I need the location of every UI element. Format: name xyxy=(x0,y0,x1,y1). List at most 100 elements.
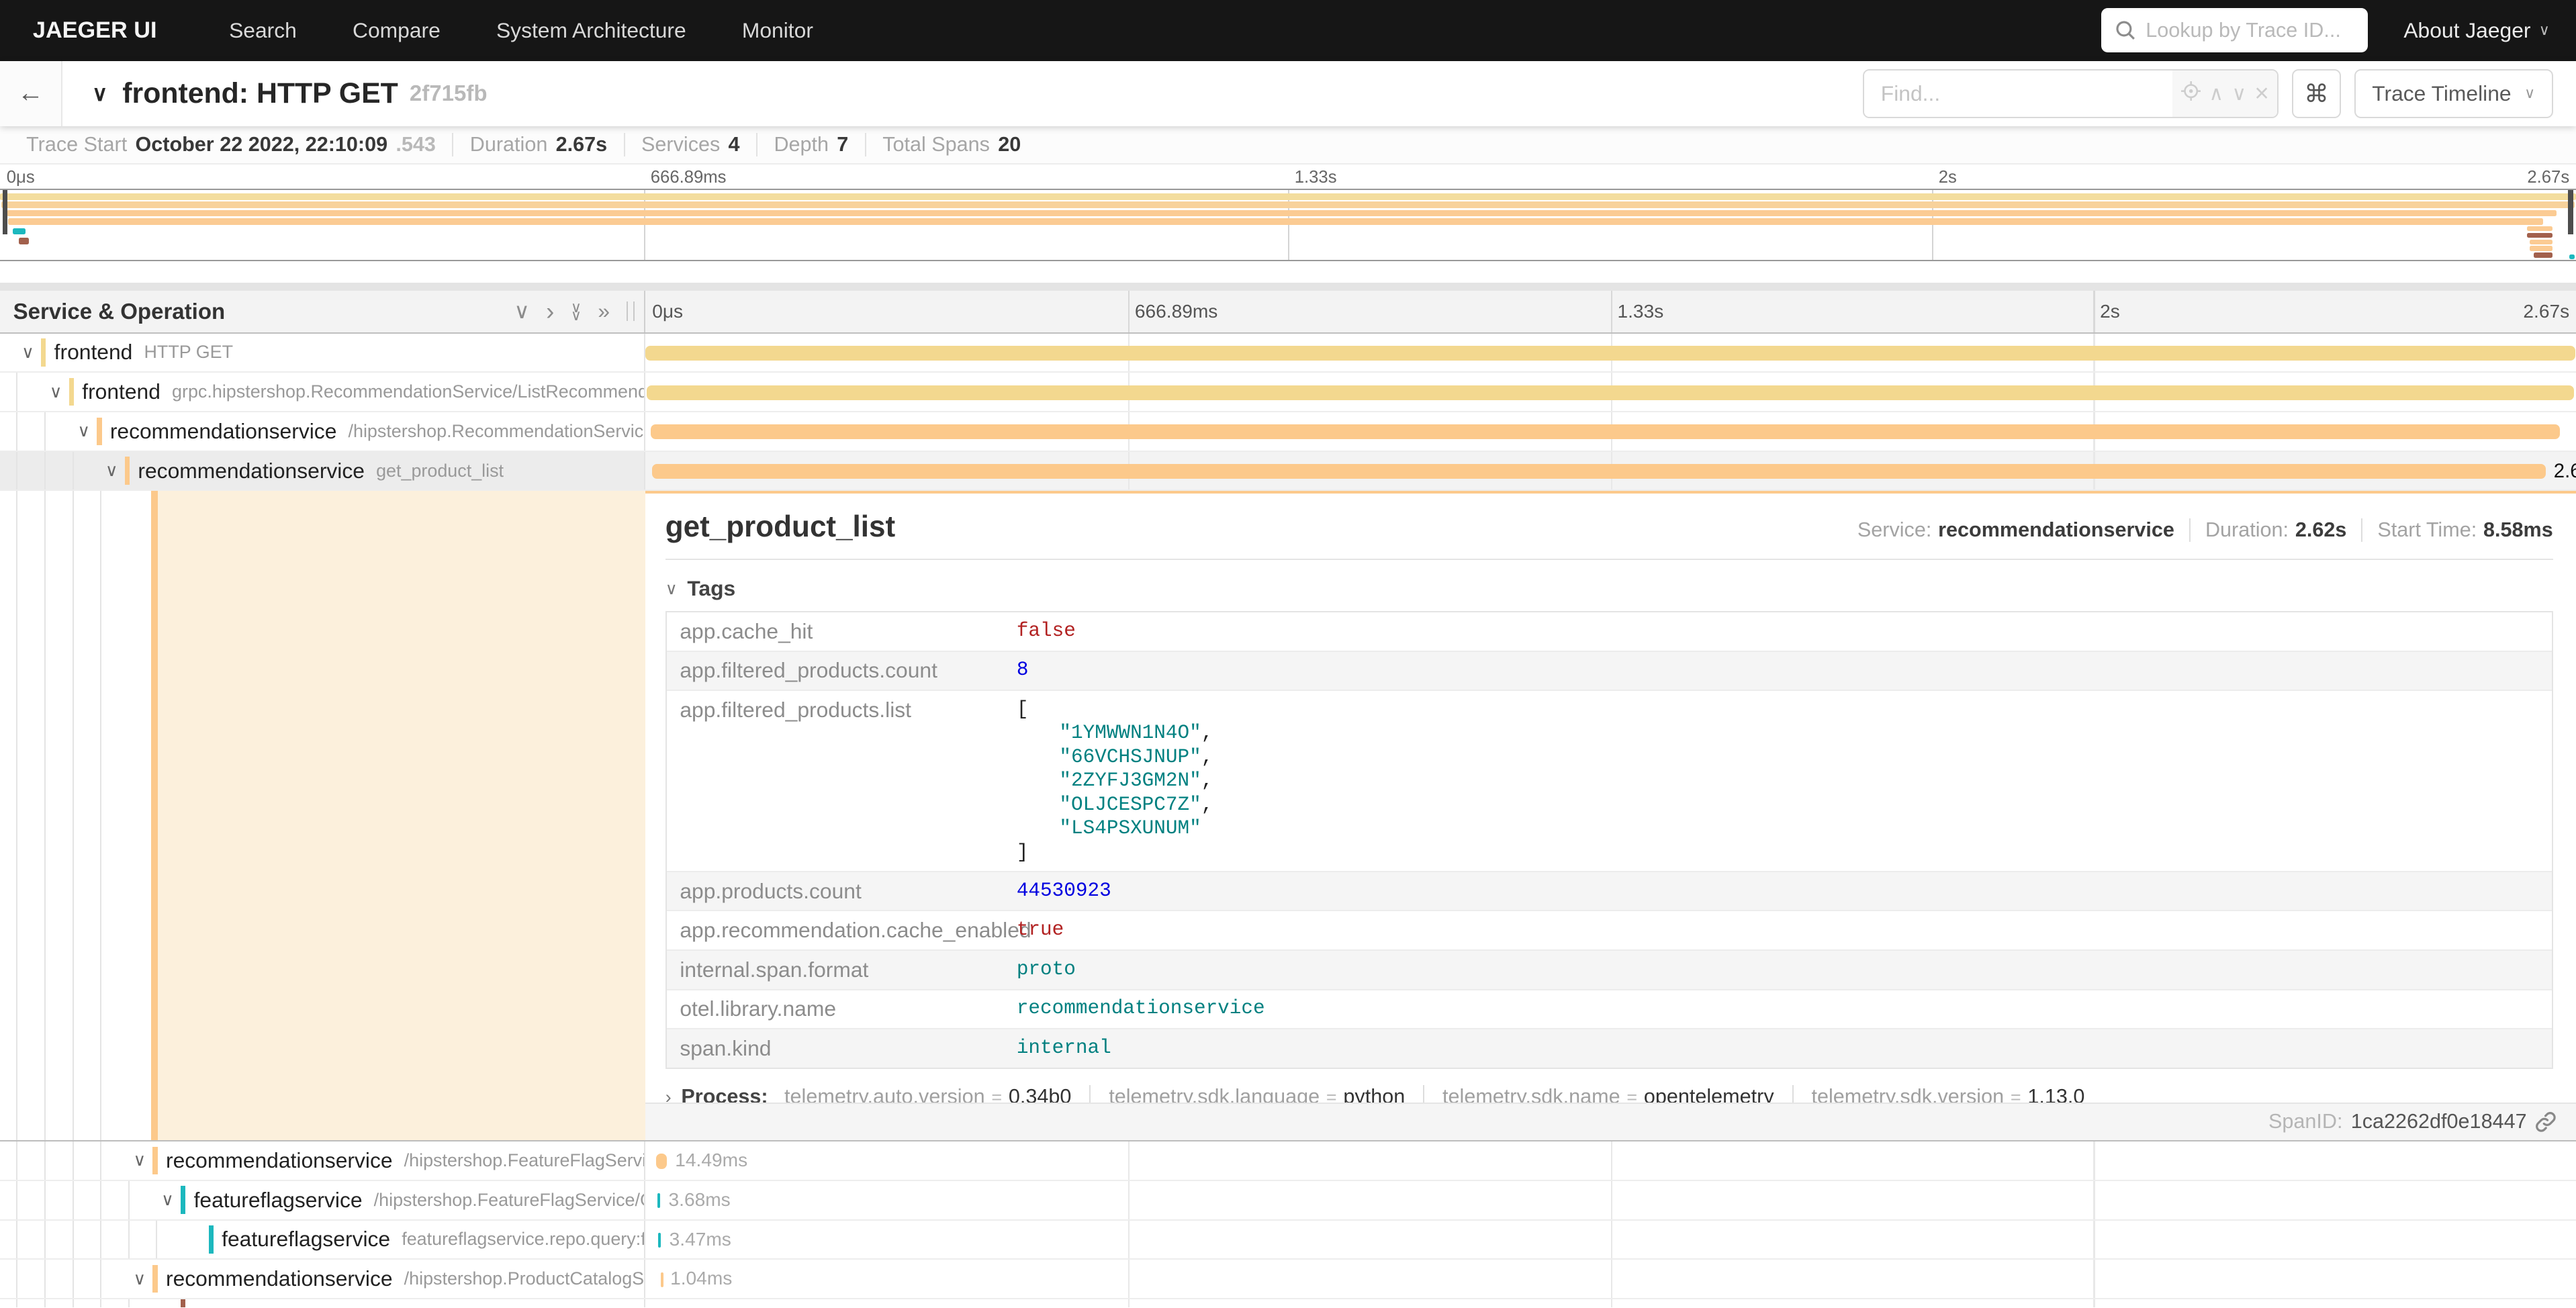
span-duration-bar[interactable] xyxy=(647,385,2574,400)
span-timeline-cell[interactable]: 1.04ms xyxy=(645,1260,2576,1298)
span-duration-bar[interactable] xyxy=(651,424,2560,439)
deep-link-icon[interactable] xyxy=(2535,1111,2557,1133)
span-name-cell[interactable]: ∨frontendHTTP GET xyxy=(0,334,645,372)
trace-id-short: 2f715fb xyxy=(410,81,488,106)
span-row[interactable]: ∨recommendationservice/hipstershop.Featu… xyxy=(0,1141,2576,1181)
span-children-chevron-icon[interactable]: ∨ xyxy=(100,461,123,481)
service-color-indicator xyxy=(41,338,46,367)
span-duration-bar[interactable] xyxy=(645,346,2575,361)
nav-item-monitor[interactable]: Monitor xyxy=(742,18,813,43)
span-duration-bar[interactable] xyxy=(652,464,2546,479)
span-timeline-cell[interactable]: 2.62s xyxy=(645,452,2576,490)
indent-spacer xyxy=(128,491,151,1140)
span-row[interactable]: featureflagservicefeatureflagservice.rep… xyxy=(0,1221,2576,1260)
span-duration-label: 2.62s xyxy=(2554,460,2576,483)
timeline-tick-label: 2.67s xyxy=(2523,301,2569,322)
span-timeline-cell[interactable] xyxy=(645,334,2576,372)
collapse-all-icon[interactable]: ∨ xyxy=(514,301,529,322)
nav-item-system-architecture[interactable]: System Architecture xyxy=(496,18,686,43)
span-row[interactable]: ∨recommendationservice/hipstershop.Produ… xyxy=(0,1260,2576,1299)
span-children-chevron-icon[interactable]: ∨ xyxy=(156,1190,179,1210)
tag-row[interactable]: app.recommendation.cache_enabledtrue xyxy=(667,910,2552,949)
trace-lookup-input[interactable] xyxy=(2146,19,2354,42)
span-row[interactable]: ∨frontendgrpc.hipstershop.Recommendation… xyxy=(0,373,2576,412)
span-row[interactable]: ∨featureflagservice/hipstershop.FeatureF… xyxy=(0,1181,2576,1221)
back-button[interactable]: ← xyxy=(0,61,62,127)
minimap-right-drag-handle[interactable] xyxy=(2568,190,2573,234)
summary-label: Services xyxy=(641,133,720,156)
span-meta-value: recommendationservice xyxy=(1938,518,2174,541)
span-row[interactable]: ∨recommendationservice/hipstershop.Recom… xyxy=(0,412,2576,452)
span-timeline-cell[interactable]: 14.49ms xyxy=(645,1141,2576,1180)
summary-value: October 22 2022, 22:10:09 xyxy=(135,133,387,156)
span-timeline-cell[interactable] xyxy=(645,1299,2576,1307)
span-row[interactable]: ∨frontendHTTP GET xyxy=(0,334,2576,373)
find-input[interactable] xyxy=(1864,71,2172,117)
json-comma: , xyxy=(1201,722,1213,744)
column-resize-handle[interactable] xyxy=(627,301,635,321)
collapse-trace-chevron-icon[interactable]: ∨ xyxy=(92,81,107,106)
trace-view-select[interactable]: Trace Timeline ∨ xyxy=(2354,69,2553,118)
span-name-cell[interactable]: ∨recommendationservice/hipstershop.Produ… xyxy=(0,1260,645,1298)
timeline-tick-label: 2s xyxy=(1939,168,1957,187)
span-operation-name: grpc.hipstershop.RecommendationService/L… xyxy=(172,381,645,402)
tag-row[interactable]: internal.span.formatproto xyxy=(667,949,2552,989)
span-children-chevron-icon[interactable]: ∨ xyxy=(16,342,39,363)
span-name-cell[interactable]: ∨frontendgrpc.hipstershop.Recommendation… xyxy=(0,373,645,411)
tag-row[interactable]: app.products.count44530923 xyxy=(667,871,2552,910)
span-duration-bar[interactable] xyxy=(656,1154,667,1168)
nav-item-compare[interactable]: Compare xyxy=(353,18,441,43)
span-children-chevron-icon[interactable]: ∨ xyxy=(44,382,67,402)
keyboard-shortcuts-button[interactable]: ⌘ xyxy=(2292,69,2341,118)
span-name-cell[interactable] xyxy=(0,1299,645,1307)
span-service-name: recommendationservice xyxy=(166,1266,393,1291)
grid-header-left: Service & Operation ∨ › ∨∨ » xyxy=(0,291,645,332)
span-service-name: featureflagservice xyxy=(194,1188,363,1213)
nav-item-search[interactable]: Search xyxy=(229,18,297,43)
tags-accordion-header[interactable]: ∨ Tags xyxy=(665,571,2553,611)
span-children-chevron-icon[interactable]: ∨ xyxy=(128,1150,151,1170)
expand-all-icon[interactable]: ∨∨ xyxy=(571,303,582,320)
timeline-tick-label: 1.33s xyxy=(1295,168,1337,187)
tag-row[interactable]: span.kindinternal xyxy=(667,1028,2552,1068)
tag-row[interactable]: app.cache_hitfalse xyxy=(667,612,2552,651)
span-children-chevron-icon[interactable]: ∨ xyxy=(128,1269,151,1289)
focus-match-icon[interactable] xyxy=(2181,81,2201,106)
tags-accordion-title: Tags xyxy=(687,576,735,601)
timeline-minimap[interactable] xyxy=(0,189,2576,261)
jaeger-trace-page: JAEGER UI Search Compare System Architectu… xyxy=(0,0,2576,1307)
span-name-cell[interactable]: ∨featureflagservice/hipstershop.FeatureF… xyxy=(0,1181,645,1219)
tag-row[interactable]: otel.library.namerecommendationservice xyxy=(667,989,2552,1029)
span-name-cell[interactable]: ∨recommendationserviceget_product_list xyxy=(0,452,645,490)
timeline-tick-label: 0μs xyxy=(652,301,683,322)
span-timeline-cell[interactable]: 3.47ms xyxy=(645,1221,2576,1259)
span-name-cell[interactable]: featureflagservicefeatureflagservice.rep… xyxy=(0,1221,645,1259)
span-row-partial[interactable] xyxy=(0,1299,2576,1307)
app-brand[interactable]: JAEGER UI xyxy=(33,17,157,44)
next-result-icon[interactable]: ∨ xyxy=(2232,82,2246,105)
span-timeline-cell[interactable]: 3.68ms xyxy=(645,1181,2576,1219)
span-duration-bar[interactable] xyxy=(658,1233,661,1248)
summary-label: Trace Start xyxy=(26,133,127,156)
summary-item: Total Spans20 xyxy=(865,133,1021,156)
tag-value: false xyxy=(1003,612,1089,651)
tag-row[interactable]: app.filtered_products.list["1YMWWN1N4O",… xyxy=(667,690,2552,871)
span-timeline-cell[interactable] xyxy=(645,412,2576,451)
collapse-one-icon[interactable]: » xyxy=(598,301,610,322)
span-timeline-cell[interactable] xyxy=(645,373,2576,411)
trace-lookup-box[interactable] xyxy=(2101,8,2367,52)
tag-row[interactable]: app.filtered_products.count8 xyxy=(667,651,2552,690)
about-jaeger-menu[interactable]: About Jaeger ∨ xyxy=(2403,18,2549,43)
span-row[interactable]: ∨recommendationserviceget_product_list 2.… xyxy=(0,452,2576,492)
indent-guide xyxy=(156,1221,184,1259)
prev-result-icon[interactable]: ∧ xyxy=(2209,82,2223,105)
clear-search-icon[interactable]: × xyxy=(2254,79,2268,107)
span-name-cell[interactable]: ∨recommendationservice/hipstershop.Recom… xyxy=(0,412,645,451)
minimap-left-drag-handle[interactable] xyxy=(3,190,7,234)
span-name-cell[interactable]: ∨recommendationservice/hipstershop.Featu… xyxy=(0,1141,645,1180)
span-duration-bar[interactable] xyxy=(661,1272,663,1287)
span-duration-bar[interactable] xyxy=(657,1193,661,1208)
span-children-chevron-icon[interactable]: ∨ xyxy=(73,421,95,441)
indent-guide xyxy=(73,1299,101,1307)
expand-one-icon[interactable]: › xyxy=(546,301,554,322)
